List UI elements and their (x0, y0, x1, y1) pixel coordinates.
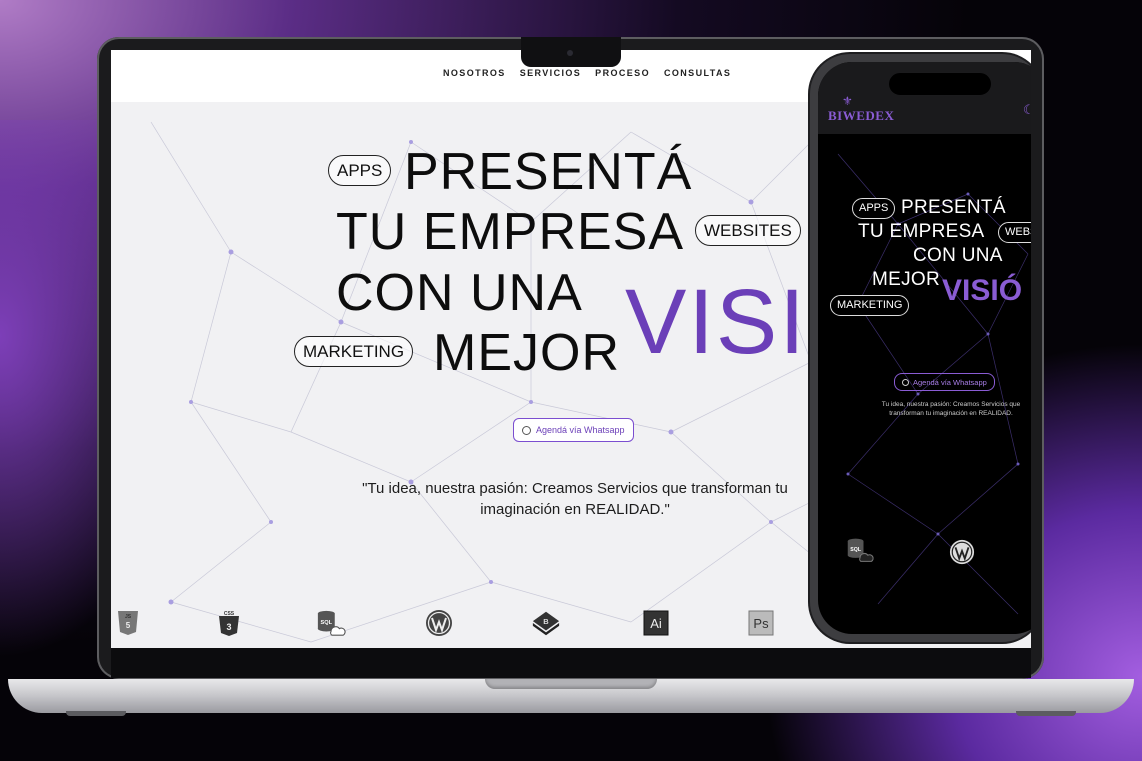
phone-hero-highlight-word: VISIÓ (942, 274, 1023, 307)
phone-hero-line-2: TU EMPRESA (858, 221, 985, 242)
camera-icon (567, 50, 573, 56)
phone-whatsapp-icon (902, 378, 909, 386)
logo-mark-icon: ⚜ (842, 94, 853, 108)
phone-hero-line-1: PRESENTÁ (901, 197, 1006, 218)
phone-wordpress-icon (948, 538, 976, 566)
phone-screen: ⚜ BIWEDEX ☾ APPS PRESENTÁ TU EMPRESA WEB… (818, 62, 1031, 634)
phone-hero-line-3: CON UNA (913, 245, 1003, 266)
phone-hero-quote: Tu idea, nuestra pasión: Creamos Servici… (881, 401, 1021, 417)
phone-whatsapp-cta-button[interactable]: Agendá vía Whatsapp (894, 373, 995, 391)
phone-sql-cloud-icon: SQL (846, 536, 874, 564)
phone-pill-marketing: MARKETING (830, 295, 910, 316)
phone-pill-apps: APPS (852, 198, 896, 219)
phone-pill-websites: WEBSITES (998, 222, 1031, 243)
phone-sql-icon-label: SQL (850, 547, 862, 553)
phone-clip: ⚜ BIWEDEX ☾ APPS PRESENTÁ TU EMPRESA WEB… (0, 0, 1031, 761)
phone-dynamic-island (888, 72, 992, 96)
dark-mode-moon-icon[interactable]: ☾ (1023, 102, 1031, 118)
phone-whatsapp-cta-label: Agendá vía Whatsapp (913, 377, 987, 387)
phone-logo: BIWEDEX (828, 108, 895, 123)
phone-hero-line-4: MEJOR (872, 269, 940, 290)
laptop-notch (521, 37, 621, 67)
